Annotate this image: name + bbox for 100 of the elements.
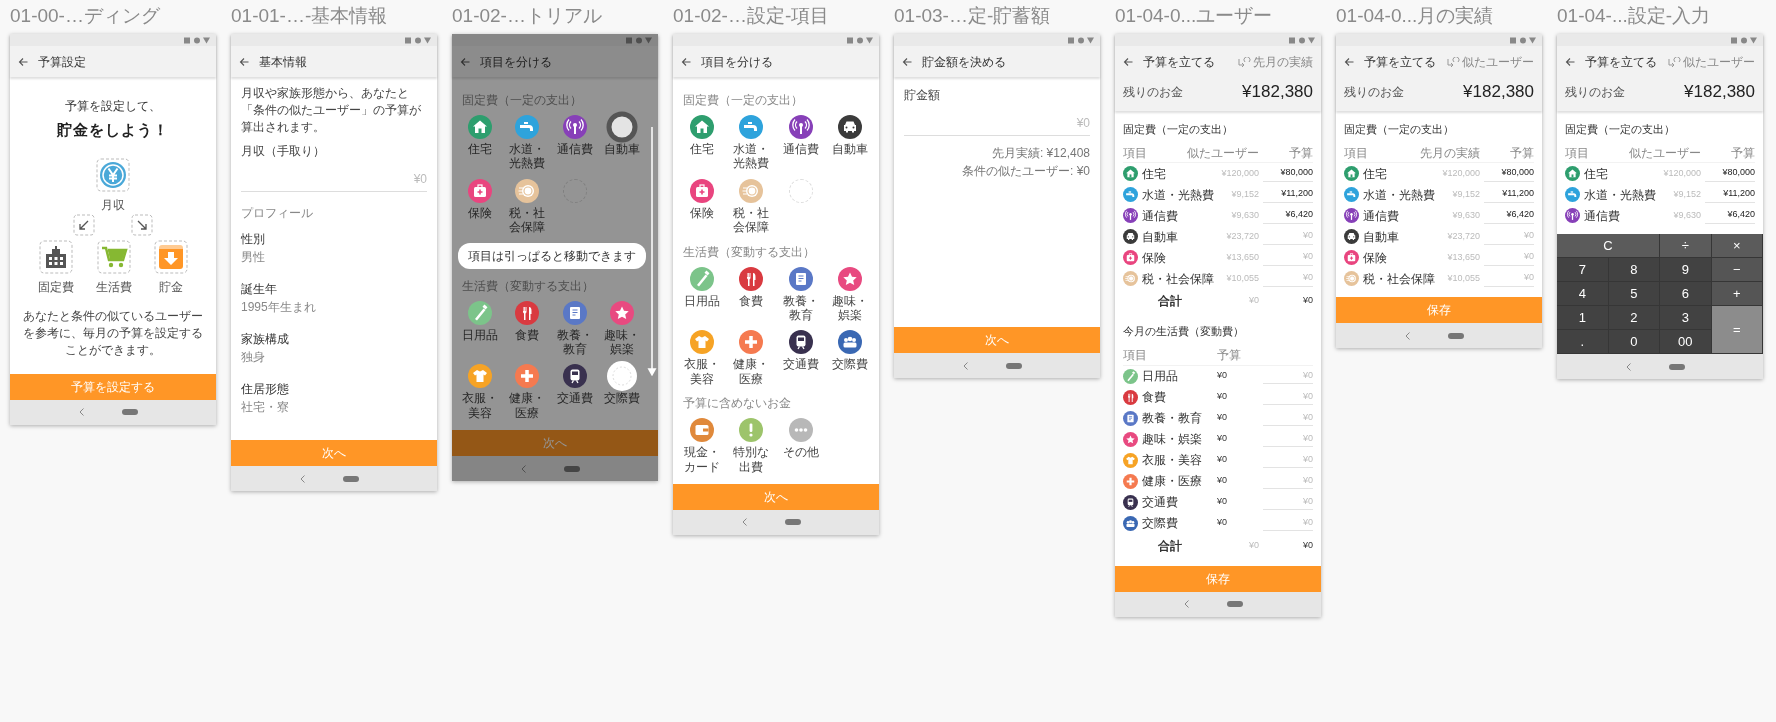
ring-icon[interactable] xyxy=(606,111,639,143)
budget-input[interactable]: ¥0 xyxy=(1263,514,1313,532)
keypad-key[interactable]: 6 xyxy=(1660,282,1712,306)
category-item[interactable]: 税・社会保障 xyxy=(503,178,551,235)
keypad-key[interactable]: 3 xyxy=(1660,306,1712,330)
budget-input[interactable]: ¥0 xyxy=(1263,472,1313,490)
home-icon[interactable] xyxy=(1005,362,1022,369)
category-item[interactable]: 住宅 xyxy=(456,115,504,171)
income-input[interactable]: ¥0 xyxy=(241,160,427,193)
back-icon[interactable] xyxy=(1123,56,1133,67)
budget-input[interactable]: ¥6,420 xyxy=(1705,207,1755,224)
home-icon[interactable] xyxy=(1447,332,1464,339)
category-item[interactable]: 日用品 xyxy=(456,300,504,357)
keypad-key[interactable]: 9 xyxy=(1660,258,1712,282)
category-item[interactable]: その他 xyxy=(776,418,826,474)
profile-item[interactable]: 性別 男性 xyxy=(241,222,427,273)
category-item[interactable]: 水道・光熱費 xyxy=(503,115,551,171)
budget-input[interactable]: ¥0 xyxy=(1263,430,1313,448)
profile-item[interactable]: 家族構成 独身 xyxy=(241,322,427,373)
home-icon[interactable] xyxy=(342,475,359,482)
category-item[interactable]: 衣服・美容 xyxy=(456,364,504,421)
category-item[interactable]: 交際費 xyxy=(825,330,875,387)
category-item[interactable]: 衣服・美容 xyxy=(677,330,727,387)
keypad-key[interactable]: C xyxy=(1557,234,1660,258)
category-item[interactable]: 自動車 xyxy=(825,115,875,171)
category-item[interactable]: 教養・教育 xyxy=(551,300,599,357)
keypad-key[interactable]: 8 xyxy=(1608,258,1660,282)
keypad-key[interactable]: × xyxy=(1711,234,1763,258)
back-icon[interactable] xyxy=(1404,331,1410,340)
budget-input[interactable]: ¥11,200 xyxy=(1484,186,1534,203)
back-icon[interactable] xyxy=(239,56,249,67)
budget-input[interactable]: ¥11,200 xyxy=(1263,186,1313,203)
profile-item[interactable]: 誕生年 1995年生まれ xyxy=(241,272,427,323)
keypad-key[interactable]: − xyxy=(1711,258,1763,282)
keypad-key[interactable]: 00 xyxy=(1660,330,1712,354)
back-icon[interactable] xyxy=(299,474,305,483)
back-icon[interactable] xyxy=(902,56,912,67)
category-item[interactable]: 保険 xyxy=(456,178,504,235)
budget-input[interactable]: ¥0 xyxy=(1484,228,1534,245)
budget-input[interactable]: ¥0 xyxy=(1263,249,1313,266)
keypad-key[interactable]: 1 xyxy=(1557,306,1609,330)
category-item[interactable]: 日用品 xyxy=(677,266,727,323)
savings-input[interactable]: ¥0 xyxy=(904,103,1090,136)
category-item[interactable]: 教養・教育 xyxy=(776,266,826,323)
keypad-key[interactable]: 0 xyxy=(1608,330,1660,354)
category-item[interactable]: 食費 xyxy=(726,266,776,323)
budget-input[interactable]: ¥0 xyxy=(1263,367,1313,385)
category-item[interactable]: 健康・医療 xyxy=(726,330,776,387)
back-icon[interactable] xyxy=(1565,56,1575,67)
budget-input[interactable]: ¥0 xyxy=(1484,270,1534,287)
home-icon[interactable] xyxy=(784,519,801,526)
budget-input[interactable]: ¥80,000 xyxy=(1484,165,1534,182)
category-item[interactable]: 通信費 xyxy=(551,115,599,171)
category-item[interactable]: 特別な出費 xyxy=(726,418,776,474)
category-item[interactable]: 交際費 xyxy=(598,364,646,421)
category-item[interactable]: 税・社会保障 xyxy=(726,178,776,235)
budget-input[interactable]: ¥80,000 xyxy=(1263,165,1313,182)
category-item[interactable]: 趣味・娯楽 xyxy=(825,266,875,323)
budget-input[interactable]: ¥0 xyxy=(1263,388,1313,406)
budget-input[interactable]: ¥0 xyxy=(1263,493,1313,511)
keypad-key[interactable]: 2 xyxy=(1608,306,1660,330)
category-item[interactable]: 住宅 xyxy=(677,115,727,171)
back-icon[interactable] xyxy=(78,408,84,417)
category-item[interactable]: 食費 xyxy=(503,300,551,357)
keypad-key[interactable]: 7 xyxy=(1557,258,1609,282)
back-icon[interactable] xyxy=(962,361,968,370)
budget-input[interactable]: ¥80,000 xyxy=(1705,165,1755,182)
keypad-key[interactable]: + xyxy=(1711,282,1763,306)
back-icon[interactable] xyxy=(520,464,526,473)
category-item[interactable]: 趣味・娯楽 xyxy=(598,300,646,357)
home-icon[interactable] xyxy=(1226,601,1243,607)
back-icon[interactable] xyxy=(1183,600,1189,608)
budget-input[interactable]: ¥0 xyxy=(1263,409,1313,427)
category-item[interactable]: 健康・医療 xyxy=(503,364,551,421)
budget-input[interactable]: ¥0 xyxy=(1263,451,1313,469)
category-item[interactable]: 現金・カード xyxy=(677,418,727,474)
category-item[interactable]: 保険 xyxy=(677,178,727,235)
home-icon[interactable] xyxy=(1668,363,1685,370)
home-icon[interactable] xyxy=(563,465,580,472)
back-icon[interactable] xyxy=(460,56,470,67)
back-icon[interactable] xyxy=(1625,362,1631,371)
budget-input[interactable]: ¥6,420 xyxy=(1484,207,1534,224)
category-item[interactable]: 交通費 xyxy=(776,330,826,387)
keypad-key[interactable]: 4 xyxy=(1557,282,1609,306)
back-icon[interactable] xyxy=(741,518,747,527)
budget-input[interactable]: ¥0 xyxy=(1484,249,1534,266)
category-item[interactable]: 通信費 xyxy=(776,115,826,171)
category-item[interactable]: 交通費 xyxy=(551,364,599,421)
back-icon[interactable] xyxy=(681,56,691,67)
home-icon[interactable] xyxy=(121,409,138,416)
budget-input[interactable]: ¥6,420 xyxy=(1263,207,1313,224)
profile-item[interactable]: 住居形態 社宅・寮 xyxy=(241,372,427,423)
budget-input[interactable]: ¥11,200 xyxy=(1705,186,1755,203)
back-icon[interactable] xyxy=(1344,56,1354,67)
keypad-key[interactable]: 5 xyxy=(1608,282,1660,306)
back-icon[interactable] xyxy=(18,56,28,67)
keypad-key[interactable]: . xyxy=(1557,330,1609,354)
budget-input[interactable]: ¥0 xyxy=(1263,228,1313,245)
keypad-key[interactable]: ÷ xyxy=(1660,234,1712,258)
budget-input[interactable]: ¥0 xyxy=(1263,270,1313,287)
